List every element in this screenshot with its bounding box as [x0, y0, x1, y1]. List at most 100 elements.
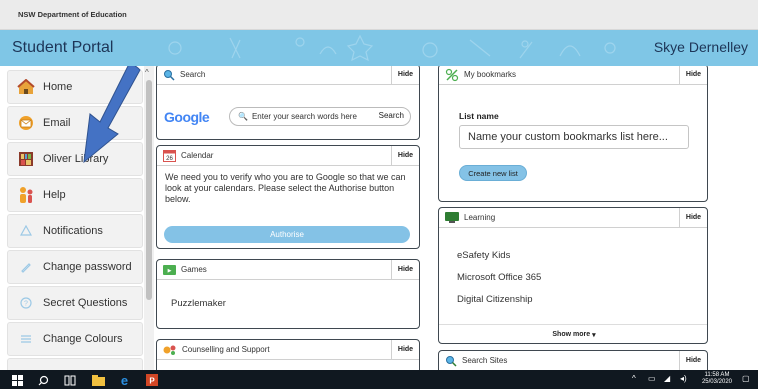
taskbar-search-icon[interactable] — [38, 373, 49, 389]
header-decoration — [168, 34, 616, 62]
bookmarks-icon — [445, 68, 459, 82]
counselling-card: Counselling and Support Hide — [156, 339, 420, 370]
learning-link-office-365[interactable]: Microsoft Office 365 — [457, 272, 541, 283]
hide-button[interactable]: Hide — [391, 260, 419, 279]
calendar-icon: 26 — [163, 149, 176, 162]
authorise-button[interactable]: Authorise — [164, 226, 410, 243]
games-link-puzzlemaker[interactable]: Puzzlemaker — [171, 298, 226, 309]
card-title: Games — [181, 265, 207, 274]
svg-text:e: e — [121, 373, 128, 386]
hide-button[interactable]: Hide — [391, 146, 419, 165]
sidebar-item-label: Help — [43, 189, 66, 201]
browser-top-bar: NSW Department of Education — [0, 0, 758, 30]
pencil-icon — [13, 261, 39, 273]
search-card: Search Hide Google 🔍 Enter your search w… — [156, 66, 420, 140]
clock-time: 11:58 AM — [704, 372, 730, 378]
user-name[interactable]: Skye Dernelley — [654, 39, 748, 55]
task-view-icon[interactable] — [64, 373, 76, 389]
card-header: Counselling and Support Hide — [157, 340, 419, 360]
show-more-label: Show more — [552, 331, 591, 338]
caret-down-icon: ▾ — [592, 331, 596, 339]
windows-start-icon[interactable] — [12, 373, 23, 389]
portal-header: Student Portal Skye Dernelley — [0, 30, 758, 66]
learning-link-digital-citizenship[interactable]: Digital Citizenship — [457, 294, 533, 305]
calendar-icon-date: 26 — [166, 156, 173, 162]
sidebar-item-help[interactable]: Help — [7, 178, 143, 212]
create-new-list-button[interactable]: Create new list — [459, 165, 527, 181]
file-explorer-icon[interactable] — [92, 373, 105, 389]
sidebar-item-change-colours[interactable]: Change Colours — [7, 322, 143, 356]
bell-icon — [13, 225, 39, 237]
card-title: Counselling and Support — [182, 345, 270, 354]
card-title: Search — [180, 70, 206, 79]
windows-taskbar: e P ^ ▭ ◢ ◂) 11:58 AM 25/03/2020 ▢ — [0, 370, 758, 389]
card-title: My bookmarks — [464, 70, 517, 79]
calendar-message: We need you to verify who you are to Goo… — [165, 172, 406, 204]
google-logo: Google — [164, 109, 210, 125]
card-header: 26 Calendar Hide — [157, 146, 419, 166]
search-input[interactable]: 🔍 Enter your search words here Search — [229, 107, 411, 126]
card-header: Learning Hide — [439, 208, 707, 228]
sidebar-item-label: Secret Questions — [43, 297, 128, 309]
notification-center-icon[interactable]: ▢ — [742, 374, 750, 383]
sidebar-item-notifications[interactable]: Notifications — [7, 214, 143, 248]
hide-button[interactable]: Hide — [679, 208, 707, 227]
search-sites-card: Search Sites Hide — [438, 350, 708, 370]
hide-button[interactable]: Hide — [391, 66, 419, 84]
bookmarks-card: My bookmarks Hide List name Name your cu… — [438, 66, 708, 202]
help-icon — [13, 186, 39, 204]
svg-text:?: ? — [24, 301, 28, 308]
powerpoint-icon[interactable]: P — [146, 373, 158, 389]
card-title: Calendar — [181, 151, 214, 160]
bookmark-list-name-input[interactable]: Name your custom bookmarks list here... — [459, 125, 689, 149]
search-placeholder: Enter your search words here — [251, 112, 357, 121]
games-icon: ▶ — [163, 264, 176, 275]
search-button[interactable]: Search — [379, 111, 404, 120]
network-icon[interactable]: ▭ — [648, 374, 656, 383]
card-header: Search Sites Hide — [439, 351, 707, 370]
sidebar-item-partial[interactable] — [7, 358, 143, 370]
hide-button[interactable]: Hide — [679, 66, 707, 84]
main-content: Home Email Oliver Library Help Notificat… — [0, 66, 758, 370]
home-icon — [13, 79, 39, 95]
department-name: NSW Department of Education — [18, 10, 127, 19]
list-icon — [13, 333, 39, 345]
portal-title: Student Portal — [12, 39, 114, 56]
sidebar-item-label: Change Colours — [43, 333, 123, 345]
games-card: ▶ Games Hide Puzzlemaker — [156, 259, 420, 329]
clock-date: 25/03/2020 — [701, 379, 732, 385]
card-header: My bookmarks Hide — [439, 66, 707, 85]
search-icon — [163, 69, 175, 81]
card-title: Search Sites — [462, 356, 508, 365]
edge-browser-icon[interactable]: e — [118, 373, 131, 389]
google-logo-text: Google — [164, 109, 210, 125]
counselling-icon — [163, 344, 177, 356]
sidebar-item-label: Change password — [43, 261, 132, 273]
library-icon — [13, 151, 39, 167]
magnifier-icon: 🔍 — [238, 112, 248, 121]
question-icon: ? — [13, 297, 39, 309]
hide-button[interactable]: Hide — [391, 340, 419, 359]
show-more-button[interactable]: Show more ▾ — [439, 324, 707, 343]
learning-card: Learning Hide eSafety Kids Microsoft Off… — [438, 207, 708, 344]
email-icon — [13, 116, 39, 130]
volume-icon[interactable]: ◂) — [680, 374, 687, 383]
list-name-label: List name — [459, 111, 499, 121]
calendar-card: 26 Calendar Hide We need you to verify w… — [156, 145, 420, 249]
wifi-icon[interactable]: ◢ — [664, 374, 670, 383]
hide-button[interactable]: Hide — [679, 351, 707, 370]
sidebar-item-secret-questions[interactable]: ? Secret Questions — [7, 286, 143, 320]
svg-text:▶: ▶ — [168, 268, 172, 274]
card-title: Learning — [464, 213, 496, 222]
card-header: ▶ Games Hide — [157, 260, 419, 280]
sidebar-item-change-password[interactable]: Change password — [7, 250, 143, 284]
learning-icon — [445, 212, 459, 223]
learning-link-esafety[interactable]: eSafety Kids — [457, 250, 510, 261]
svg-text:P: P — [149, 377, 155, 386]
search-sites-icon — [445, 355, 457, 367]
show-hidden-icons-icon[interactable]: ^ — [632, 374, 636, 383]
sidebar-item-label: Notifications — [43, 225, 103, 237]
annotation-arrow — [83, 66, 141, 164]
card-header: Search Hide — [157, 66, 419, 85]
clock[interactable]: 11:58 AM 25/03/2020 — [702, 372, 732, 386]
